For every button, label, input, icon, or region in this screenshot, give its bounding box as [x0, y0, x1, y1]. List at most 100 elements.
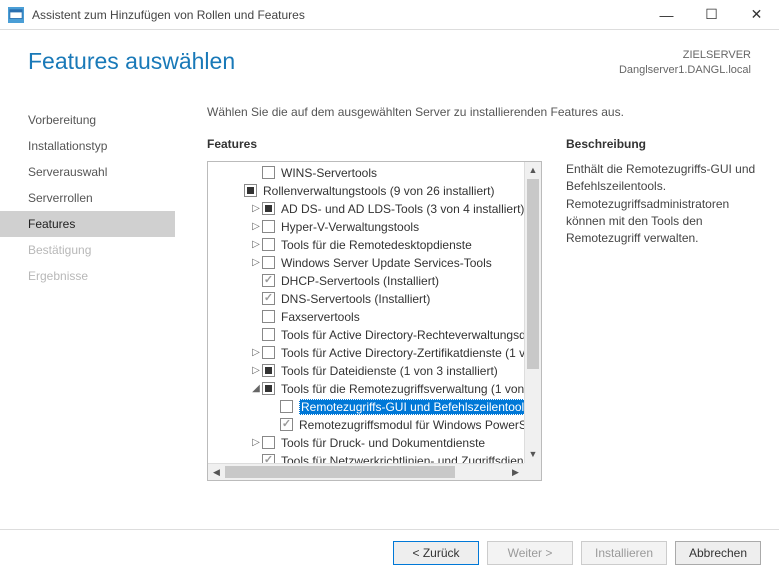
checkbox[interactable] — [262, 238, 275, 251]
expander-closed-icon[interactable]: ▷ — [250, 239, 262, 250]
checkbox[interactable] — [262, 364, 275, 377]
checkbox[interactable] — [262, 274, 275, 287]
tree-node[interactable]: Faxservertools — [208, 308, 524, 326]
tree-node[interactable]: ▷ Windows Server Update Services-Tools — [208, 254, 524, 272]
checkbox[interactable] — [262, 346, 275, 359]
checkbox[interactable] — [262, 436, 275, 449]
checkbox[interactable] — [262, 256, 275, 269]
app-icon — [8, 7, 24, 23]
vertical-scrollbar[interactable]: ▲ ▼ — [524, 162, 541, 463]
checkbox[interactable] — [262, 382, 275, 395]
instruction-text: Wählen Sie die auf dem ausgewählten Serv… — [207, 105, 761, 119]
tree-node-label[interactable]: DHCP-Servertools (Installiert) — [281, 274, 439, 288]
close-button[interactable]: ✕ — [734, 0, 779, 30]
tree-node[interactable]: Rollenverwaltungstools (9 von 26 install… — [208, 182, 524, 200]
wizard-footer: < Zurück Weiter > Installieren Abbrechen — [0, 529, 779, 577]
tree-node[interactable]: ▷ Hyper-V-Verwaltungstools — [208, 218, 524, 236]
features-tree-container: WINS-Servertools Rollenverwaltungstools (… — [207, 161, 542, 481]
tree-node[interactable]: ▷ AD DS- und AD LDS-Tools (3 von 4 instal… — [208, 200, 524, 218]
checkbox[interactable] — [244, 184, 257, 197]
main-panel: Wählen Sie die auf dem ausgewählten Serv… — [175, 89, 779, 529]
scroll-thumb[interactable] — [527, 179, 539, 369]
nav-item-0[interactable]: Vorbereitung — [0, 107, 175, 133]
description-heading: Beschreibung — [566, 137, 761, 151]
tree-node[interactable]: DHCP-Servertools (Installiert) — [208, 272, 524, 290]
tree-node-label[interactable]: Tools für Active Directory-Rechteverwalt… — [281, 328, 524, 342]
nav-item-4[interactable]: Features — [0, 211, 175, 237]
tree-node[interactable]: ▷ Tools für die Remotedesktopdienste — [208, 236, 524, 254]
tree-node-label[interactable]: Tools für Active Directory-Zertifikatdie… — [281, 346, 524, 360]
nav-item-3[interactable]: Serverrollen — [0, 185, 175, 211]
tree-node[interactable]: DNS-Servertools (Installiert) — [208, 290, 524, 308]
tree-node[interactable]: Tools für Active Directory-Rechteverwalt… — [208, 326, 524, 344]
expander-closed-icon[interactable]: ▷ — [250, 347, 262, 358]
nav-item-1[interactable]: Installationstyp — [0, 133, 175, 159]
expander-closed-icon[interactable]: ▷ — [250, 257, 262, 268]
cancel-button[interactable]: Abbrechen — [675, 541, 761, 565]
tree-node-label[interactable]: Tools für Druck- und Dokumentdienste — [281, 436, 485, 450]
checkbox[interactable] — [262, 454, 275, 463]
scroll-down-icon[interactable]: ▼ — [525, 446, 541, 463]
back-button[interactable]: < Zurück — [393, 541, 479, 565]
wizard-body: VorbereitungInstallationstypServerauswah… — [0, 89, 779, 529]
page-header: Features auswählen ZIELSERVER Danglserve… — [0, 30, 779, 89]
tree-node-label[interactable]: Tools für die Remotedesktopdienste — [281, 238, 472, 252]
scroll-up-icon[interactable]: ▲ — [525, 162, 541, 179]
tree-node[interactable]: Remotezugriffs-GUI und Befehlszeilentool… — [208, 398, 524, 416]
tree-node-label[interactable]: Rollenverwaltungstools (9 von 26 install… — [263, 184, 494, 198]
tree-node[interactable]: Remotezugriffsmodul für Windows PowerShe… — [208, 416, 524, 434]
tree-node-label[interactable]: Tools für die Remotezugriffsverwaltung (… — [281, 382, 524, 396]
tree-node-label[interactable]: AD DS- und AD LDS-Tools (3 von 4 install… — [281, 202, 524, 216]
features-tree[interactable]: WINS-Servertools Rollenverwaltungstools (… — [208, 162, 524, 463]
tree-node-label[interactable]: Faxservertools — [281, 310, 360, 324]
features-heading: Features — [207, 137, 542, 151]
checkbox[interactable] — [280, 400, 293, 413]
checkbox[interactable] — [262, 220, 275, 233]
checkbox[interactable] — [262, 292, 275, 305]
checkbox[interactable] — [262, 166, 275, 179]
scroll-left-icon[interactable]: ◀ — [208, 464, 225, 481]
scroll-right-icon[interactable]: ▶ — [507, 464, 524, 481]
wizard-nav: VorbereitungInstallationstypServerauswah… — [0, 89, 175, 529]
minimize-button[interactable]: — — [644, 0, 689, 30]
hscroll-track[interactable] — [225, 464, 507, 480]
checkbox[interactable] — [262, 328, 275, 341]
scroll-track[interactable] — [525, 179, 541, 446]
features-column: Features WINS-Servertools Rollenverwaltun… — [207, 137, 542, 529]
nav-item-6: Ergebnisse — [0, 263, 175, 289]
tree-node-label[interactable]: WINS-Servertools — [281, 166, 377, 180]
target-server-name: Danglserver1.DANGL.local — [619, 63, 751, 78]
expander-closed-icon[interactable]: ▷ — [250, 221, 262, 232]
tree-node[interactable]: ▷ Tools für Dateidienste (1 von 3 install… — [208, 362, 524, 380]
install-button[interactable]: Installieren — [581, 541, 667, 565]
tree-node-label[interactable]: Windows Server Update Services-Tools — [281, 256, 492, 270]
checkbox[interactable] — [262, 202, 275, 215]
tree-node[interactable]: ▷ Tools für Druck- und Dokumentdienste — [208, 434, 524, 452]
tree-node-label[interactable]: DNS-Servertools (Installiert) — [281, 292, 430, 306]
nav-item-5: Bestätigung — [0, 237, 175, 263]
expander-open-icon[interactable]: ◢ — [250, 383, 262, 394]
target-server-label: ZIELSERVER — [619, 48, 751, 63]
expander-closed-icon[interactable]: ▷ — [250, 437, 262, 448]
tree-node[interactable]: ◢ Tools für die Remotezugriffsverwaltung … — [208, 380, 524, 398]
tree-node-label[interactable]: Tools für Netzwerkrichtlinien- und Zugri… — [281, 454, 524, 463]
tree-node-label[interactable]: Tools für Dateidienste (1 von 3 installi… — [281, 364, 498, 378]
hscroll-thumb[interactable] — [225, 466, 455, 478]
maximize-button[interactable]: ☐ — [689, 0, 734, 30]
checkbox[interactable] — [280, 418, 293, 431]
tree-node[interactable]: ▷ Tools für Active Directory-Zertifikatdi… — [208, 344, 524, 362]
horizontal-scrollbar[interactable]: ◀ ▶ — [208, 463, 524, 480]
tree-node-label[interactable]: Remotezugriffs-GUI und Befehlszeilentool… — [299, 400, 524, 414]
target-server-info: ZIELSERVER Danglserver1.DANGL.local — [619, 48, 751, 79]
nav-item-2[interactable]: Serverauswahl — [0, 159, 175, 185]
expander-closed-icon[interactable]: ▷ — [250, 203, 262, 214]
tree-node[interactable]: WINS-Servertools — [208, 164, 524, 182]
tree-node-label[interactable]: Remotezugriffsmodul für Windows PowerShe… — [299, 418, 524, 432]
window-controls: — ☐ ✕ — [644, 0, 779, 30]
expander-closed-icon[interactable]: ▷ — [250, 365, 262, 376]
tree-node-label[interactable]: Hyper-V-Verwaltungstools — [281, 220, 419, 234]
scroll-corner — [524, 463, 541, 480]
tree-node[interactable]: Tools für Netzwerkrichtlinien- und Zugri… — [208, 452, 524, 463]
next-button[interactable]: Weiter > — [487, 541, 573, 565]
checkbox[interactable] — [262, 310, 275, 323]
